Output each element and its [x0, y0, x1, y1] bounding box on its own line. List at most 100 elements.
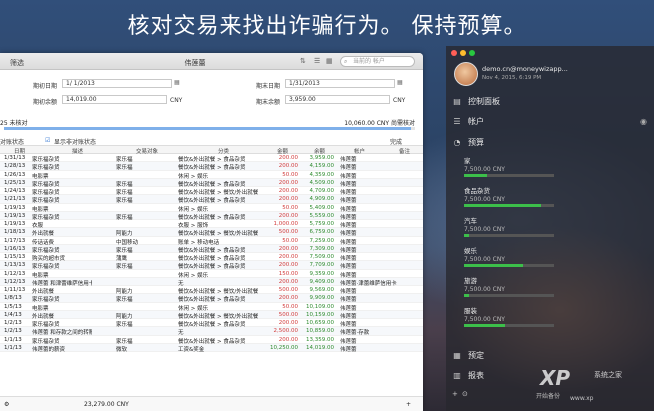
cell-amount: 50.00	[282, 171, 298, 178]
list-view-icon[interactable]: ☰	[314, 57, 320, 65]
nav-budgets[interactable]: ◔ 预算	[452, 137, 485, 148]
nav-dashboard[interactable]: ▤ 控制面板	[452, 96, 500, 107]
closing-balance-label: 期末余额	[256, 99, 281, 106]
table-row[interactable]: 1/16/13 家乐福杂货 家乐福 餐饮&外出就餐 > 食品杂货 200.00 7,309…	[0, 244, 423, 254]
cell-amount: 200.00	[278, 336, 298, 343]
start-date-label: 期初日期	[33, 83, 58, 90]
budget-item[interactable]: 旅游 7,500.00 CNY	[464, 275, 564, 297]
budget-value: 7,500.00 CNY	[464, 196, 505, 203]
cell-account: 伟莲蕾	[340, 346, 357, 353]
cell-balance: 3,959.00	[309, 155, 335, 161]
table-row[interactable]: 1/17/13 传话话费 中国移动 账单 > 移动电话 50.00 7,259.00 伟莲蕾	[0, 237, 423, 246]
search-input[interactable]: 当前的 帐户	[340, 56, 415, 67]
cell-amount: 200.00	[278, 179, 298, 186]
cell-amount: 200.00	[278, 262, 298, 269]
end-date-field[interactable]: 1/31/2013	[285, 79, 395, 88]
table-row[interactable]: 1/18/13 外出就餐 阿能力 餐饮&外出就餐 > 餐饮/外出就餐 500.00 6,7…	[0, 228, 423, 237]
budget-item[interactable]: 娱乐 7,500.00 CNY	[464, 245, 564, 267]
table-row[interactable]: 1/25/13 家乐福杂货 家乐福 餐饮&外出就餐 > 食品杂货 200.00 4,509…	[0, 178, 423, 188]
cell-amount: 1,000.00	[273, 221, 299, 227]
table-row[interactable]: 1/19/13 电影票 休闲 > 娱乐 50.00 5,409.00 伟莲蕾	[0, 204, 423, 213]
table-row[interactable]: 1/12/13伟莲蕾 和津蕾维萨信用卡之间...无200.009,409.00伟…	[0, 277, 423, 287]
table-row[interactable]: 1/28/13 家乐福杂货 家乐福 餐饮&外出就餐 > 食品杂货 200.00 4,159…	[0, 162, 423, 171]
watermark-logo: XP 系统之家	[540, 366, 622, 390]
grid-view-icon[interactable]: ▦	[326, 57, 333, 65]
filter-row: 对账状态 ☑ 显示非对账状态 完成	[0, 136, 423, 146]
dashboard-icon: ▤	[453, 97, 461, 106]
budget-bar	[464, 324, 554, 327]
sort-icon[interactable]: ⇅	[300, 57, 306, 65]
table-row[interactable]: 1/24/13 家乐福杂货 家乐福 餐饮&外出就餐 > 餐饮/外出就餐 200.00 4,…	[0, 187, 423, 196]
reconcile-form: 期初日期 1/ 1/2013 ▦ 期末日期 1/31/2013 ▦ 期初余额 1…	[0, 70, 423, 118]
calendar-icon[interactable]: ▦	[174, 79, 180, 86]
closing-balance-field[interactable]: 3,959.00	[285, 95, 390, 104]
table-row[interactable]: 1/8/13 家乐福杂货 家乐福 餐饮&外出就餐 > 食品杂货 200.00 9,909.…	[0, 294, 423, 303]
minimize-icon[interactable]	[460, 50, 466, 56]
nav-accounts[interactable]: ☰ 帐户 ◉	[452, 116, 647, 127]
sync-toggle-icon[interactable]: ⊙	[462, 390, 468, 398]
table-row[interactable]: 1/15/13 购买的超市货 蒲鹰 餐饮&外出就餐 > 食品杂货 200.00 7,509…	[0, 253, 423, 262]
table-row[interactable]: 1/13/13 家乐福杂货 家乐福 餐饮&外出就餐 > 食品杂货 200.00 7,709…	[0, 261, 423, 270]
show-unreconciled-checkbox[interactable]: ☑	[45, 137, 50, 144]
table-row[interactable]: 1/11/13 外出就餐 阿能力 餐饮&外出就餐 > 餐饮/外出就餐 500.00 9,5…	[0, 286, 423, 295]
budget-name: 旅游	[464, 277, 477, 285]
zoom-icon[interactable]	[469, 50, 475, 56]
filter-button[interactable]: 筛选	[10, 58, 24, 68]
add-icon[interactable]: +	[406, 401, 411, 408]
table-row[interactable]: 1/21/13 家乐福杂货 家乐福 餐饮&外出就餐 > 食品杂货 200.00 4,909…	[0, 195, 423, 204]
budgets-icon: ◔	[453, 138, 461, 147]
avatar[interactable]	[454, 62, 478, 86]
cell-amount: 50.00	[282, 303, 298, 310]
nav-reports[interactable]: ▥ 报表	[452, 370, 484, 381]
table-row[interactable]: 1/1/13 伟莲蕾的薪资 微软 工资&奖金 10,250.00 14,019.00 伟莲蕾	[0, 343, 423, 353]
calendar-icon[interactable]: ▦	[397, 79, 403, 86]
cell-balance: 4,909.00	[309, 196, 335, 203]
cell-amount: 50.00	[282, 204, 298, 211]
budget-bar	[464, 264, 554, 267]
progress-fill	[4, 127, 411, 130]
cell-balance: 10,159.00	[306, 311, 334, 318]
add-icon[interactable]: +	[452, 390, 458, 398]
budget-value: 7,500.00 CNY	[464, 226, 505, 233]
nav-scheduled[interactable]: ▦ 预定	[452, 350, 484, 361]
remaining-amount: 10,060.00 CNY 尚需核对	[344, 120, 415, 127]
budget-item[interactable]: 汽车 7,500.00 CNY	[464, 215, 564, 237]
accounts-icon: ☰	[453, 117, 461, 126]
budget-bar	[464, 234, 554, 237]
budget-name: 家	[464, 157, 471, 165]
budget-item[interactable]: 服装 7,500.00 CNY	[464, 305, 564, 327]
start-date-field[interactable]: 1/ 1/2013	[62, 79, 172, 88]
table-row[interactable]: 1/4/13 外出就餐 阿能力 餐饮&外出就餐 > 餐饮/外出就餐 500.00 10,1…	[0, 310, 423, 320]
cell-balance: 4,159.00	[309, 163, 335, 170]
watermark-text: 系统之家	[594, 371, 622, 379]
opening-balance-field[interactable]: 14,019.00	[62, 95, 167, 104]
cell-amount: 200.00	[278, 254, 298, 260]
cell-amount: 200.00	[278, 245, 298, 252]
table-row[interactable]: 1/12/13 电影票 休闲 > 娱乐 150.00 9,359.00 伟莲蕾	[0, 270, 423, 279]
cell-balance: 14,019.00	[306, 344, 334, 351]
table-row[interactable]: 1/19/13 家乐福杂货 家乐福 餐饮&外出就餐 > 食品杂货 200.00 5,559…	[0, 211, 423, 221]
table-row[interactable]: 1/2/13 家乐福杂货 家乐福 餐饮&外出就餐 > 食品杂货 200.00 10,659…	[0, 319, 423, 328]
window-footer: ⚙ 23,279.00 CNY +	[0, 396, 423, 411]
close-icon[interactable]	[451, 50, 457, 56]
user-date: Nov 4, 2015, 6:19 PM	[482, 75, 542, 81]
settings-icon[interactable]: ⚙	[4, 401, 9, 408]
table-row[interactable]: 1/26/13 电影票 休闲 > 娱乐 50.00 4,359.00 伟莲蕾	[0, 171, 423, 180]
progress-bar	[4, 127, 415, 130]
eye-icon[interactable]: ◉	[640, 117, 647, 126]
table-row[interactable]: 1/2/13 伟莲蕾 和存款之间的转账无 2,500.00 10,859.00 伟莲蕾·…	[0, 327, 423, 336]
table-row[interactable]: 1/19/13 衣服 衣服 > 服饰 1,000.00 5,759.00 伟莲蕾	[0, 220, 423, 229]
cell-balance: 10,859.00	[306, 328, 334, 335]
budget-value: 7,500.00 CNY	[464, 256, 505, 263]
cell-balance: 4,509.00	[309, 179, 335, 186]
user-email: demo.cn@moneywizapp...	[482, 65, 568, 73]
watermark-url: www.xp	[570, 395, 594, 402]
table-row[interactable]: 1/5/13 电影票 休闲 > 娱乐 50.00 10,109.00 伟莲蕾	[0, 303, 423, 312]
promo-headline: 核对交易来找出诈骗行为。 保持预算。	[127, 14, 527, 39]
footer-total: 23,279.00 CNY	[84, 401, 129, 408]
budget-item[interactable]: 食品杂货 7,500.00 CNY	[464, 185, 564, 207]
budget-item[interactable]: 家 7,500.00 CNY	[464, 155, 564, 177]
budget-value: 7,500.00 CNY	[464, 316, 505, 323]
table-row[interactable]: 1/31/13 家乐福杂货 家乐福 餐饮&外出就餐 > 食品杂货 200.00 3,959…	[0, 154, 423, 163]
table-row[interactable]: 1/1/13 家乐福杂货 家乐福 餐饮&外出就餐 > 食品杂货 200.00 13,359…	[0, 336, 423, 345]
